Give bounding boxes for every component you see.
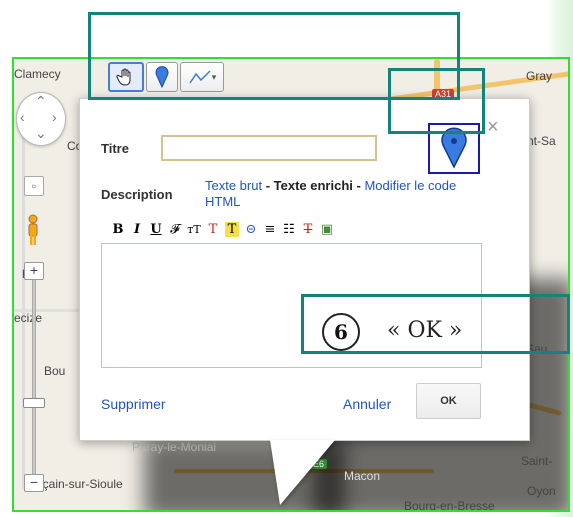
font-size-button[interactable]: тT (187, 223, 201, 236)
town-label: Macon (344, 469, 381, 483)
pan-right-icon[interactable]: › (52, 109, 57, 125)
zoom-slider-thumb[interactable] (23, 398, 45, 408)
town-label: ecize (14, 311, 43, 325)
rich-text-toolbar: B I U 𝓕 тT T T ⊝ ≡ ☷ T ▣ (111, 218, 334, 240)
insert-image-button[interactable]: ▣ (320, 222, 334, 237)
separator: - (262, 178, 274, 193)
plain-text-link[interactable]: Texte brut (205, 178, 262, 193)
hand-icon (116, 68, 131, 86)
close-icon[interactable]: × (487, 116, 499, 139)
ok-button[interactable]: OK (416, 383, 481, 419)
bullet-list-button[interactable]: ☷ (282, 222, 296, 237)
title-input[interactable] (161, 135, 377, 161)
highlight-color-button[interactable]: T (225, 221, 239, 237)
font-family-button[interactable]: 𝓕 (168, 222, 182, 237)
map-pin-icon[interactable] (430, 125, 478, 172)
zoom-out-button[interactable]: − (24, 474, 44, 492)
step-caption: « OK » (387, 318, 463, 343)
line-tool-button[interactable]: ▾ (180, 62, 224, 92)
town-label: Clamecy (14, 67, 61, 81)
title-label: Titre (101, 141, 129, 156)
marker-tool-button[interactable] (146, 62, 178, 92)
zoom-in-button[interactable]: + (24, 262, 44, 280)
step-number-badge: 6 (322, 313, 360, 351)
text-color-button[interactable]: T (206, 222, 220, 237)
town-label: Gray (526, 69, 553, 83)
chevron-down-icon: ▾ (211, 71, 217, 82)
town-label: Bourg-en-Bresse (404, 499, 495, 512)
pan-down-icon[interactable]: ⌄ (35, 125, 47, 142)
link-button[interactable]: ⊝ (244, 222, 258, 237)
town-label: Saint- (521, 454, 553, 468)
separator: - (352, 178, 365, 193)
map-pin-icon (155, 66, 169, 88)
zoom-slider-track[interactable] (32, 275, 36, 490)
numbered-list-button[interactable]: ≡ (263, 222, 277, 237)
town-label: Paray-le-Monial (132, 440, 217, 454)
center-icon[interactable]: ▫ (24, 176, 44, 196)
polyline-icon (189, 70, 211, 84)
description-label: Description (101, 187, 173, 202)
drawing-toolbar: ▾ (108, 62, 224, 94)
town-label: urçain-sur-Sioule (32, 477, 123, 491)
description-mode-switch: Texte brut - Texte enrichi - Modifier le… (205, 178, 485, 210)
delete-link[interactable]: Supprimer (101, 396, 166, 412)
bold-button[interactable]: B (111, 222, 125, 237)
pan-control[interactable]: ⌃ › ⌄ ‹ (16, 92, 66, 146)
info-window-tail (270, 440, 335, 505)
cancel-link[interactable]: Annuler (343, 396, 391, 412)
rich-text-mode: Texte enrichi (273, 178, 353, 193)
pan-left-icon[interactable]: ‹ (20, 109, 25, 125)
italic-button[interactable]: I (130, 222, 144, 237)
hand-tool-button[interactable] (108, 62, 144, 92)
town-label: Oyon (527, 484, 556, 498)
town-label: nt-Sa (527, 134, 556, 148)
selected-marker-frame (428, 123, 480, 174)
pegman-icon[interactable] (25, 214, 41, 248)
remove-format-button[interactable]: T (301, 222, 315, 237)
town-label: Bou (44, 364, 66, 378)
pan-up-icon[interactable]: ⌃ (35, 93, 47, 110)
description-editor[interactable] (101, 243, 482, 368)
underline-button[interactable]: U (149, 222, 163, 237)
